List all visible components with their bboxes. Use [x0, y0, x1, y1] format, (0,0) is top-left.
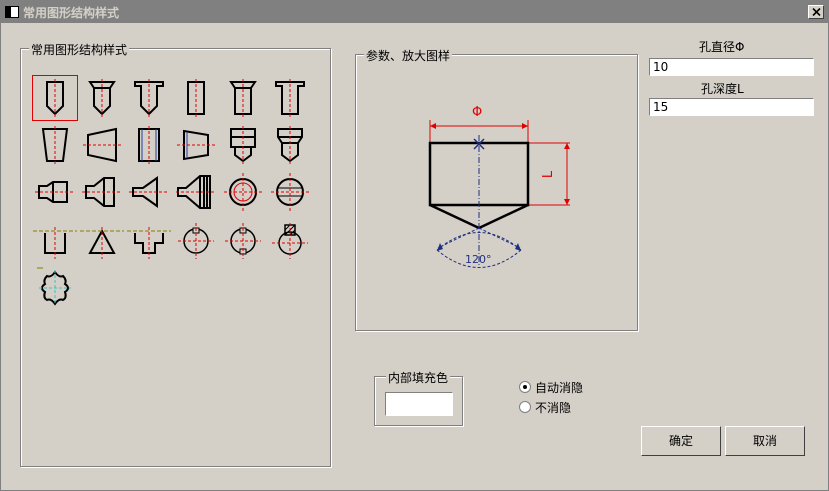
title-bar: 常用图形结构样式	[1, 1, 828, 23]
auto-hide-label: 自动消隐	[535, 381, 584, 395]
fill-color-swatch[interactable]	[385, 392, 453, 416]
style-cell-20[interactable]	[80, 217, 124, 261]
no-hide-radio[interactable]	[519, 401, 531, 413]
close-icon	[812, 8, 821, 16]
depth-label: 孔深度L	[701, 82, 744, 96]
angle-label: 120°	[465, 253, 492, 266]
style-cell-16[interactable]	[174, 170, 218, 214]
style-cell-11[interactable]	[221, 123, 265, 167]
style-cell-9[interactable]	[127, 123, 171, 167]
style-cell-22[interactable]	[174, 217, 218, 261]
radio-selected-dot	[523, 385, 527, 389]
fill-color-group-label: 内部填充色	[386, 369, 451, 386]
style-cell-21[interactable]	[127, 217, 171, 261]
cancel-button[interactable]: 取消	[725, 426, 805, 456]
style-cell-7[interactable]	[33, 123, 77, 167]
style-cell-10[interactable]	[174, 123, 218, 167]
style-cell-3[interactable]	[127, 76, 171, 120]
close-button[interactable]	[808, 5, 824, 19]
styles-group-label: 常用图形结构样式	[29, 41, 130, 58]
depth-input[interactable]: 15	[649, 98, 814, 116]
preview-group: 参数、放大图样 Φ L 120°	[355, 47, 638, 331]
style-cell-2[interactable]	[80, 76, 124, 120]
style-cell-14[interactable]	[80, 170, 124, 214]
dialog-window: 常用图形结构样式 常用图形结构样式 参数、放大图样 Φ L 120° 孔直径Φ …	[0, 0, 829, 491]
fill-color-group: 内部填充色	[374, 369, 463, 426]
dim-l-label: L	[541, 170, 557, 179]
style-cell-18[interactable]	[268, 170, 312, 214]
diameter-label: 孔直径Φ	[699, 40, 745, 54]
style-cell-17[interactable]	[221, 170, 265, 214]
style-cell-12[interactable]	[268, 123, 312, 167]
style-cell-5[interactable]	[221, 76, 265, 120]
style-cell-24[interactable]	[268, 217, 312, 261]
auto-hide-radio[interactable]	[519, 381, 531, 393]
style-cell-19[interactable]	[33, 217, 77, 261]
ok-button[interactable]: 确定	[641, 426, 721, 456]
style-cell-8[interactable]	[80, 123, 124, 167]
style-cell-25[interactable]	[33, 266, 77, 310]
preview-diagram	[428, 120, 570, 268]
style-cell-13[interactable]	[33, 170, 77, 214]
style-cell-23[interactable]	[221, 217, 265, 261]
style-cell-1[interactable]	[32, 75, 78, 121]
no-hide-label: 不消隐	[535, 401, 572, 415]
style-cell-15[interactable]	[127, 170, 171, 214]
styles-group: 常用图形结构样式	[20, 41, 331, 467]
dim-phi-label: Φ	[472, 105, 483, 120]
style-cell-4[interactable]	[174, 76, 218, 120]
window-title: 常用图形结构样式	[23, 6, 120, 20]
app-icon	[5, 6, 19, 18]
diameter-input[interactable]: 10	[649, 58, 814, 76]
style-cell-6[interactable]	[268, 76, 312, 120]
